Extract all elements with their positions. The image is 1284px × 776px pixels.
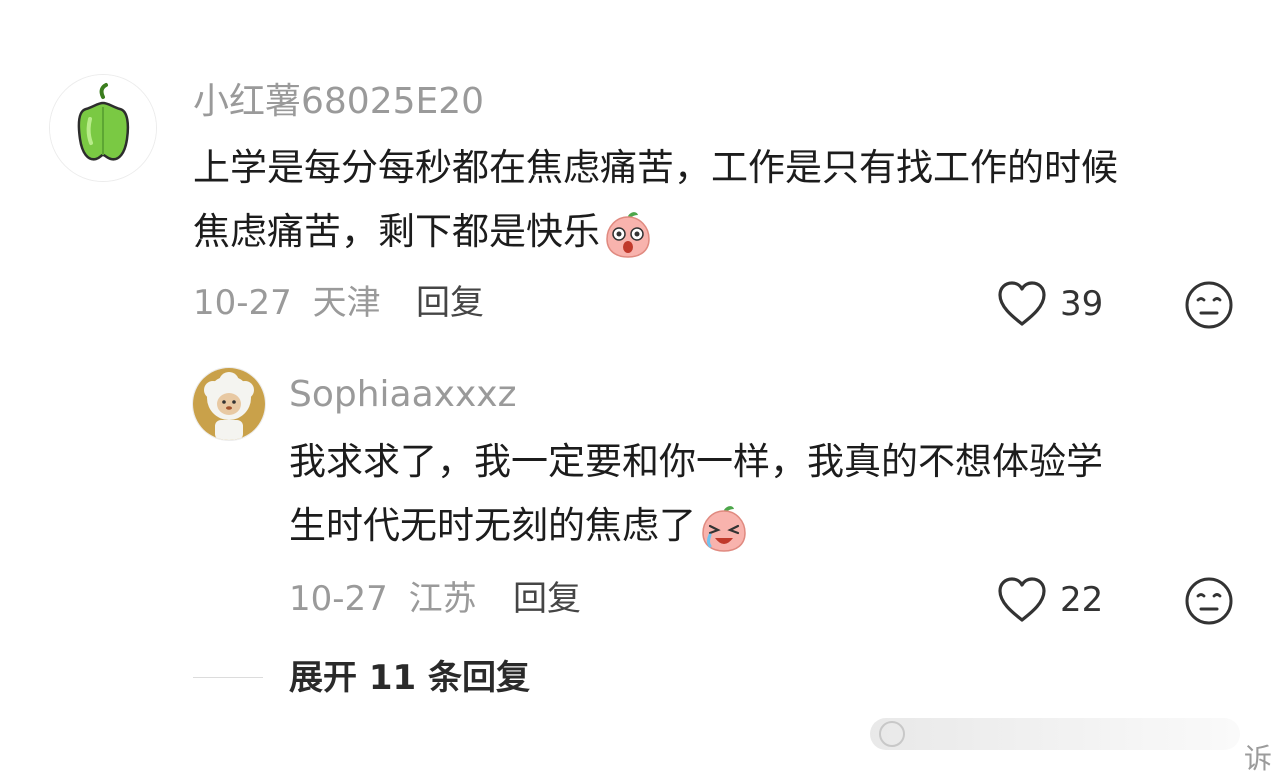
expand-divider — [193, 677, 263, 678]
watermark-logo-icon — [870, 718, 1240, 750]
replier-username[interactable]: Sophiaaxxxz — [289, 373, 516, 417]
comment-content: 上学是每分每秒都在焦虑痛苦，工作是只有找工作的时候 焦虑痛苦，剩下都是快乐 — [193, 136, 1118, 264]
reply-line-2: 生时代无时无刻的焦虑了 — [289, 494, 1103, 558]
reply-date: 10-27 — [289, 579, 388, 619]
reply-like-count: 22 — [1060, 580, 1104, 620]
neutral-face-icon[interactable] — [1184, 280, 1234, 330]
green-pepper-avatar-icon — [50, 75, 156, 181]
expand-replies-button[interactable]: 展开 11 条回复 — [289, 657, 530, 699]
heart-icon — [998, 281, 1046, 326]
reply-line-1: 我求求了，我一定要和你一样，我真的不想体验学 — [289, 440, 1103, 483]
heart-icon — [998, 577, 1046, 622]
comment-line-2-text: 焦虑痛苦，剩下都是快乐 — [193, 210, 600, 253]
reply-reply-button[interactable]: 回复 — [513, 578, 581, 620]
comment-reply-button[interactable]: 回复 — [416, 282, 484, 324]
comment-location: 天津 — [312, 283, 381, 323]
reply-like-button[interactable]: 22 — [996, 576, 1103, 624]
comment-meta: 10-27 天津 — [193, 282, 381, 324]
reply-location: 江苏 — [408, 579, 477, 619]
comment-line-2: 焦虑痛苦，剩下都是快乐 — [193, 200, 1118, 264]
reply-line-2-text: 生时代无时无刻的焦虑了 — [289, 504, 696, 547]
comment-like-count: 39 — [1060, 284, 1104, 324]
commenter-avatar[interactable] — [49, 74, 157, 182]
neutral-face-icon[interactable] — [1184, 576, 1234, 626]
crying-peach-emoji-icon — [702, 505, 746, 552]
replier-avatar[interactable] — [192, 367, 266, 441]
watermark-text: 诉 — [1244, 742, 1273, 775]
surprised-peach-emoji-icon — [606, 211, 650, 258]
commenter-username[interactable]: 小红薯68025E20 — [193, 80, 484, 124]
comment-line-1: 上学是每分每秒都在焦虑痛苦，工作是只有找工作的时候 — [193, 146, 1118, 189]
comment-date: 10-27 — [193, 283, 292, 323]
reply-meta: 10-27 江苏 — [289, 578, 477, 620]
sheep-avatar-icon — [193, 368, 265, 440]
reply-content: 我求求了，我一定要和你一样，我真的不想体验学 生时代无时无刻的焦虑了 — [289, 430, 1103, 558]
comment-like-button[interactable]: 39 — [996, 280, 1103, 328]
